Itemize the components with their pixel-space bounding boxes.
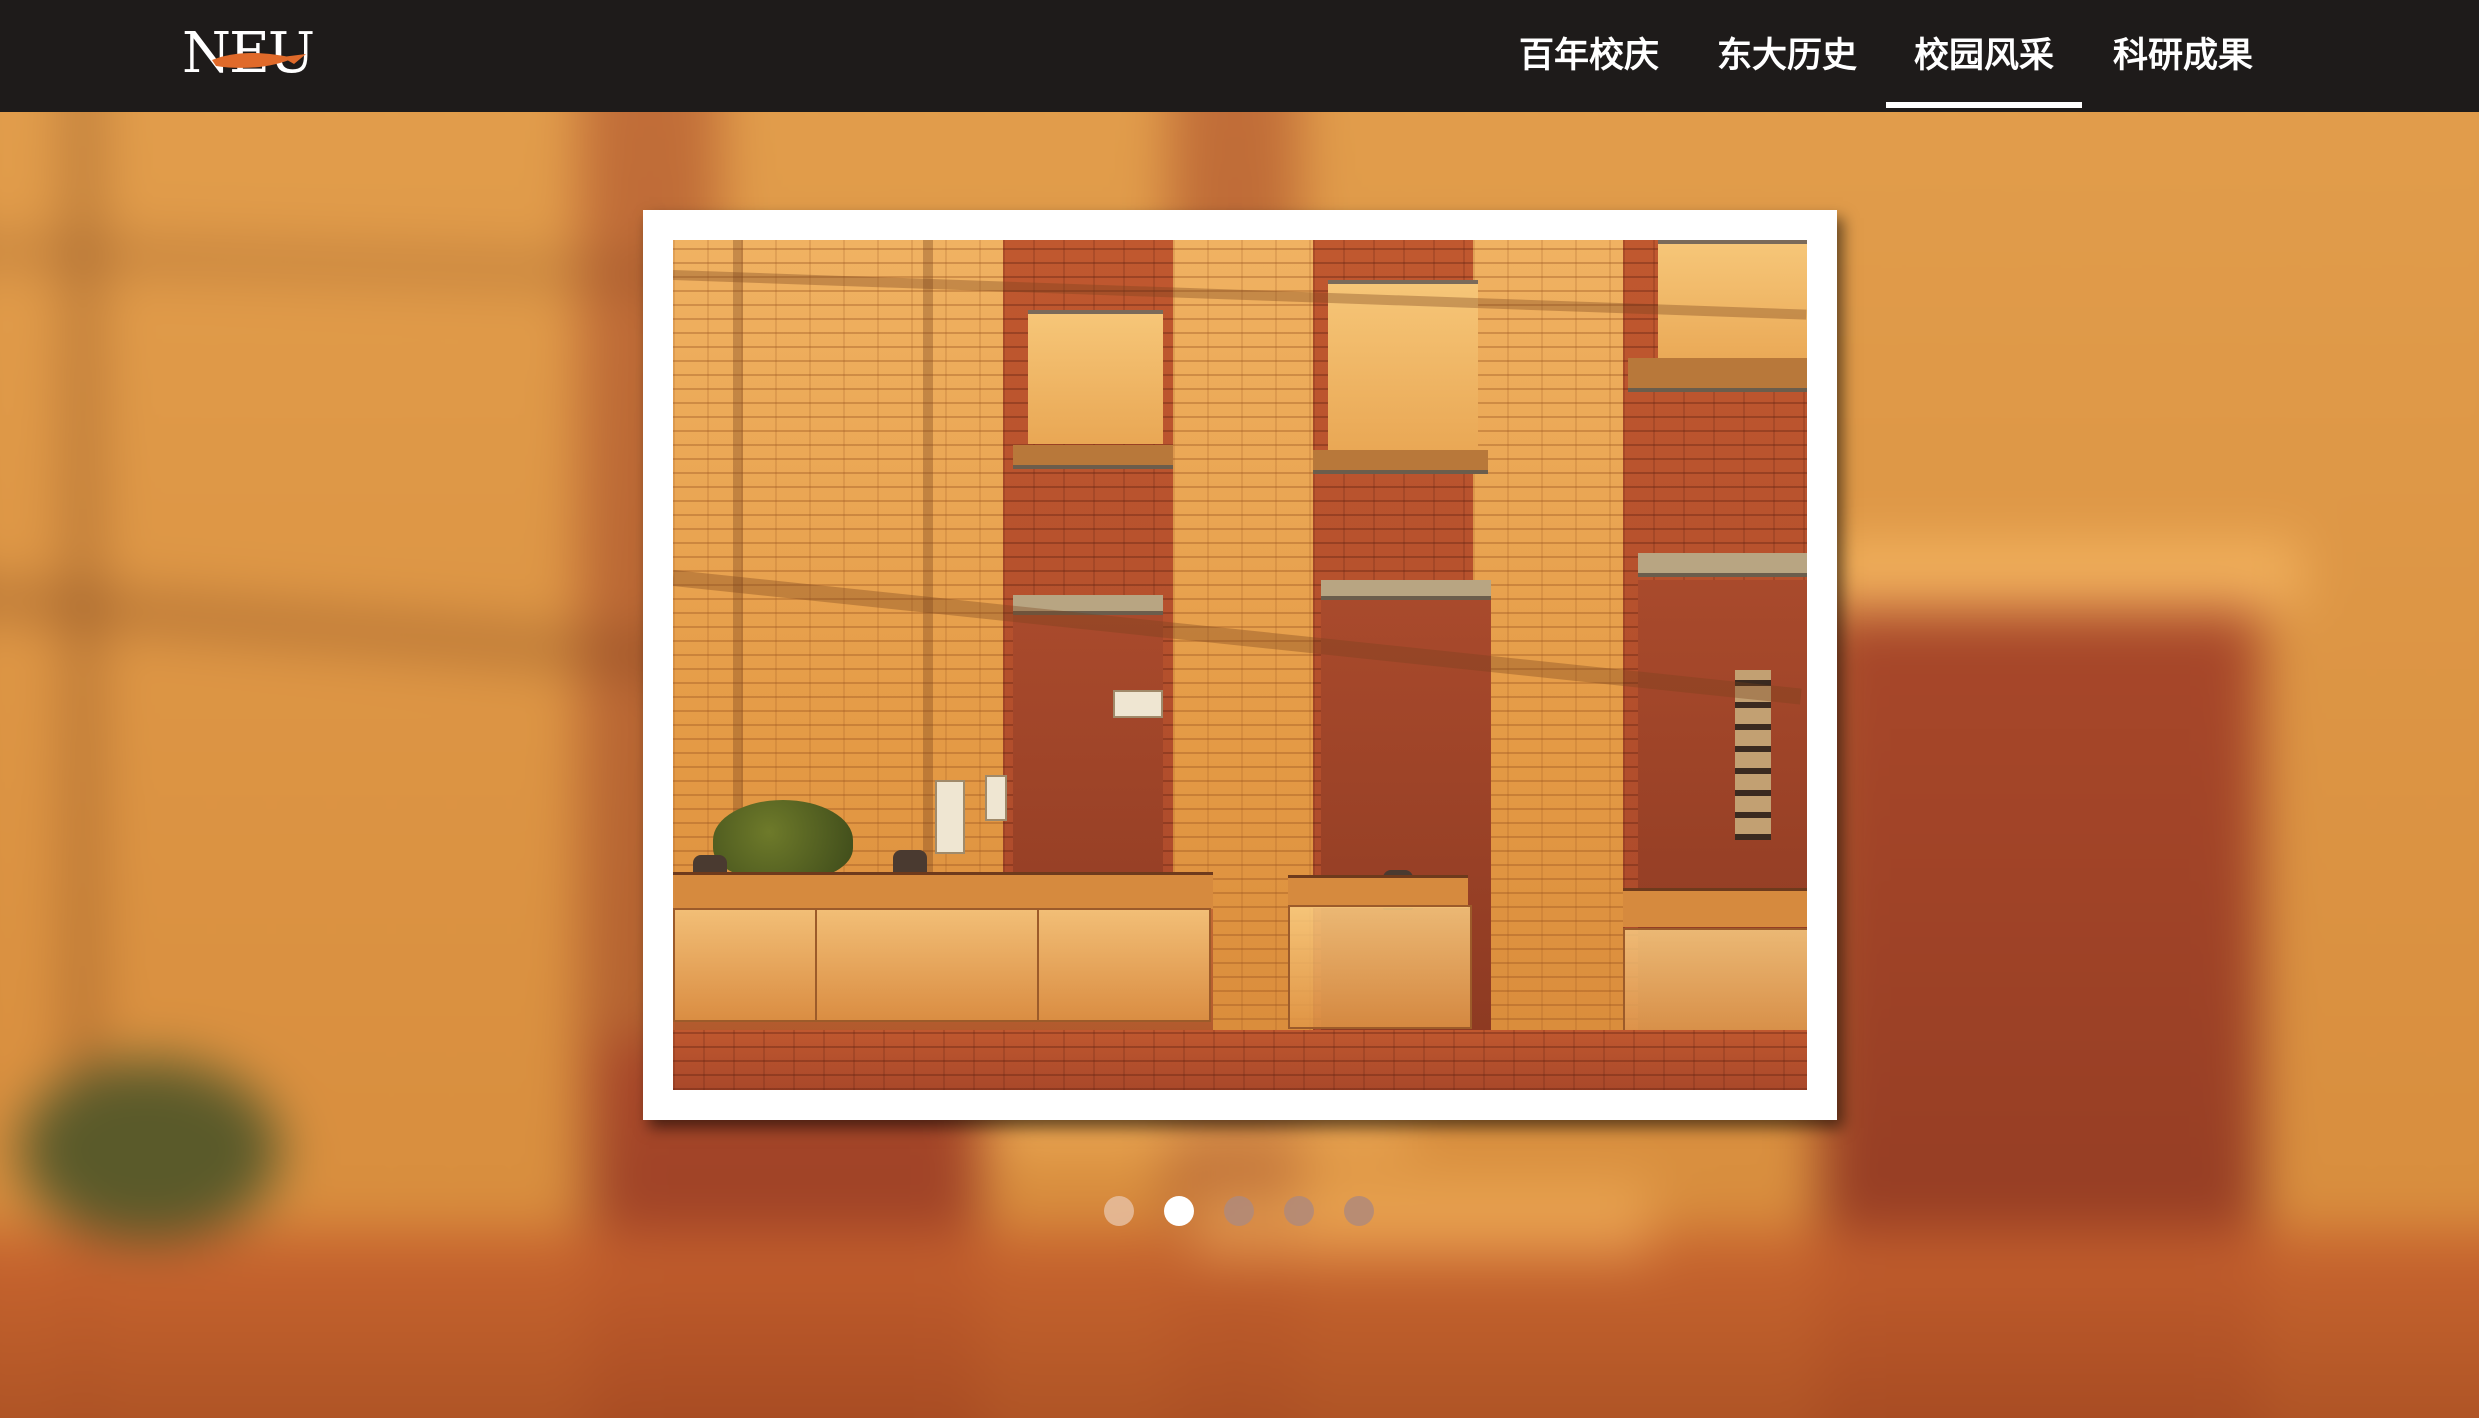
potted-plant — [713, 800, 853, 880]
slide-photo — [673, 240, 1807, 1090]
carousel-dots — [0, 1196, 2479, 1226]
wall-notice — [985, 775, 1007, 821]
window-ledge — [1313, 450, 1488, 474]
window-ledge — [1013, 445, 1173, 469]
wall-sign — [1113, 690, 1163, 718]
top-navbar: NEU 百年校庆东大历史校园风采科研成果 — [0, 0, 2479, 112]
neu-logo[interactable]: NEU — [182, 24, 315, 84]
balcony-railing — [1623, 888, 1807, 927]
balcony-glass — [1288, 905, 1472, 1029]
page: NEU 百年校庆东大历史校园风采科研成果 — [0, 0, 2479, 1418]
balcony-glass — [673, 908, 817, 1022]
carousel-dot[interactable] — [1164, 1196, 1194, 1226]
balcony-railing — [673, 872, 1213, 909]
carousel-dot[interactable] — [1284, 1196, 1314, 1226]
nav-history[interactable]: 东大历史 — [1712, 0, 1862, 112]
logo-swoosh-icon — [212, 53, 306, 68]
wall-notice — [935, 780, 965, 854]
balcony-glass — [815, 908, 1039, 1022]
nav-research[interactable]: 科研成果 — [2108, 0, 2258, 112]
opening-lintel — [1638, 553, 1807, 577]
lower-brick-band — [673, 1030, 1807, 1090]
window-ledge — [1628, 358, 1807, 392]
balcony-railing — [1288, 875, 1468, 908]
carousel-dot[interactable] — [1344, 1196, 1374, 1226]
photo-card — [643, 210, 1837, 1120]
balcony-glass — [1037, 908, 1211, 1022]
carousel-dot[interactable] — [1104, 1196, 1134, 1226]
nav-campus-scenery[interactable]: 校园风采 — [1886, 0, 2082, 112]
carousel-dot[interactable] — [1224, 1196, 1254, 1226]
upper-window — [1028, 310, 1163, 444]
nav-centennial[interactable]: 百年校庆 — [1514, 0, 1664, 112]
opening-lintel — [1321, 580, 1491, 600]
